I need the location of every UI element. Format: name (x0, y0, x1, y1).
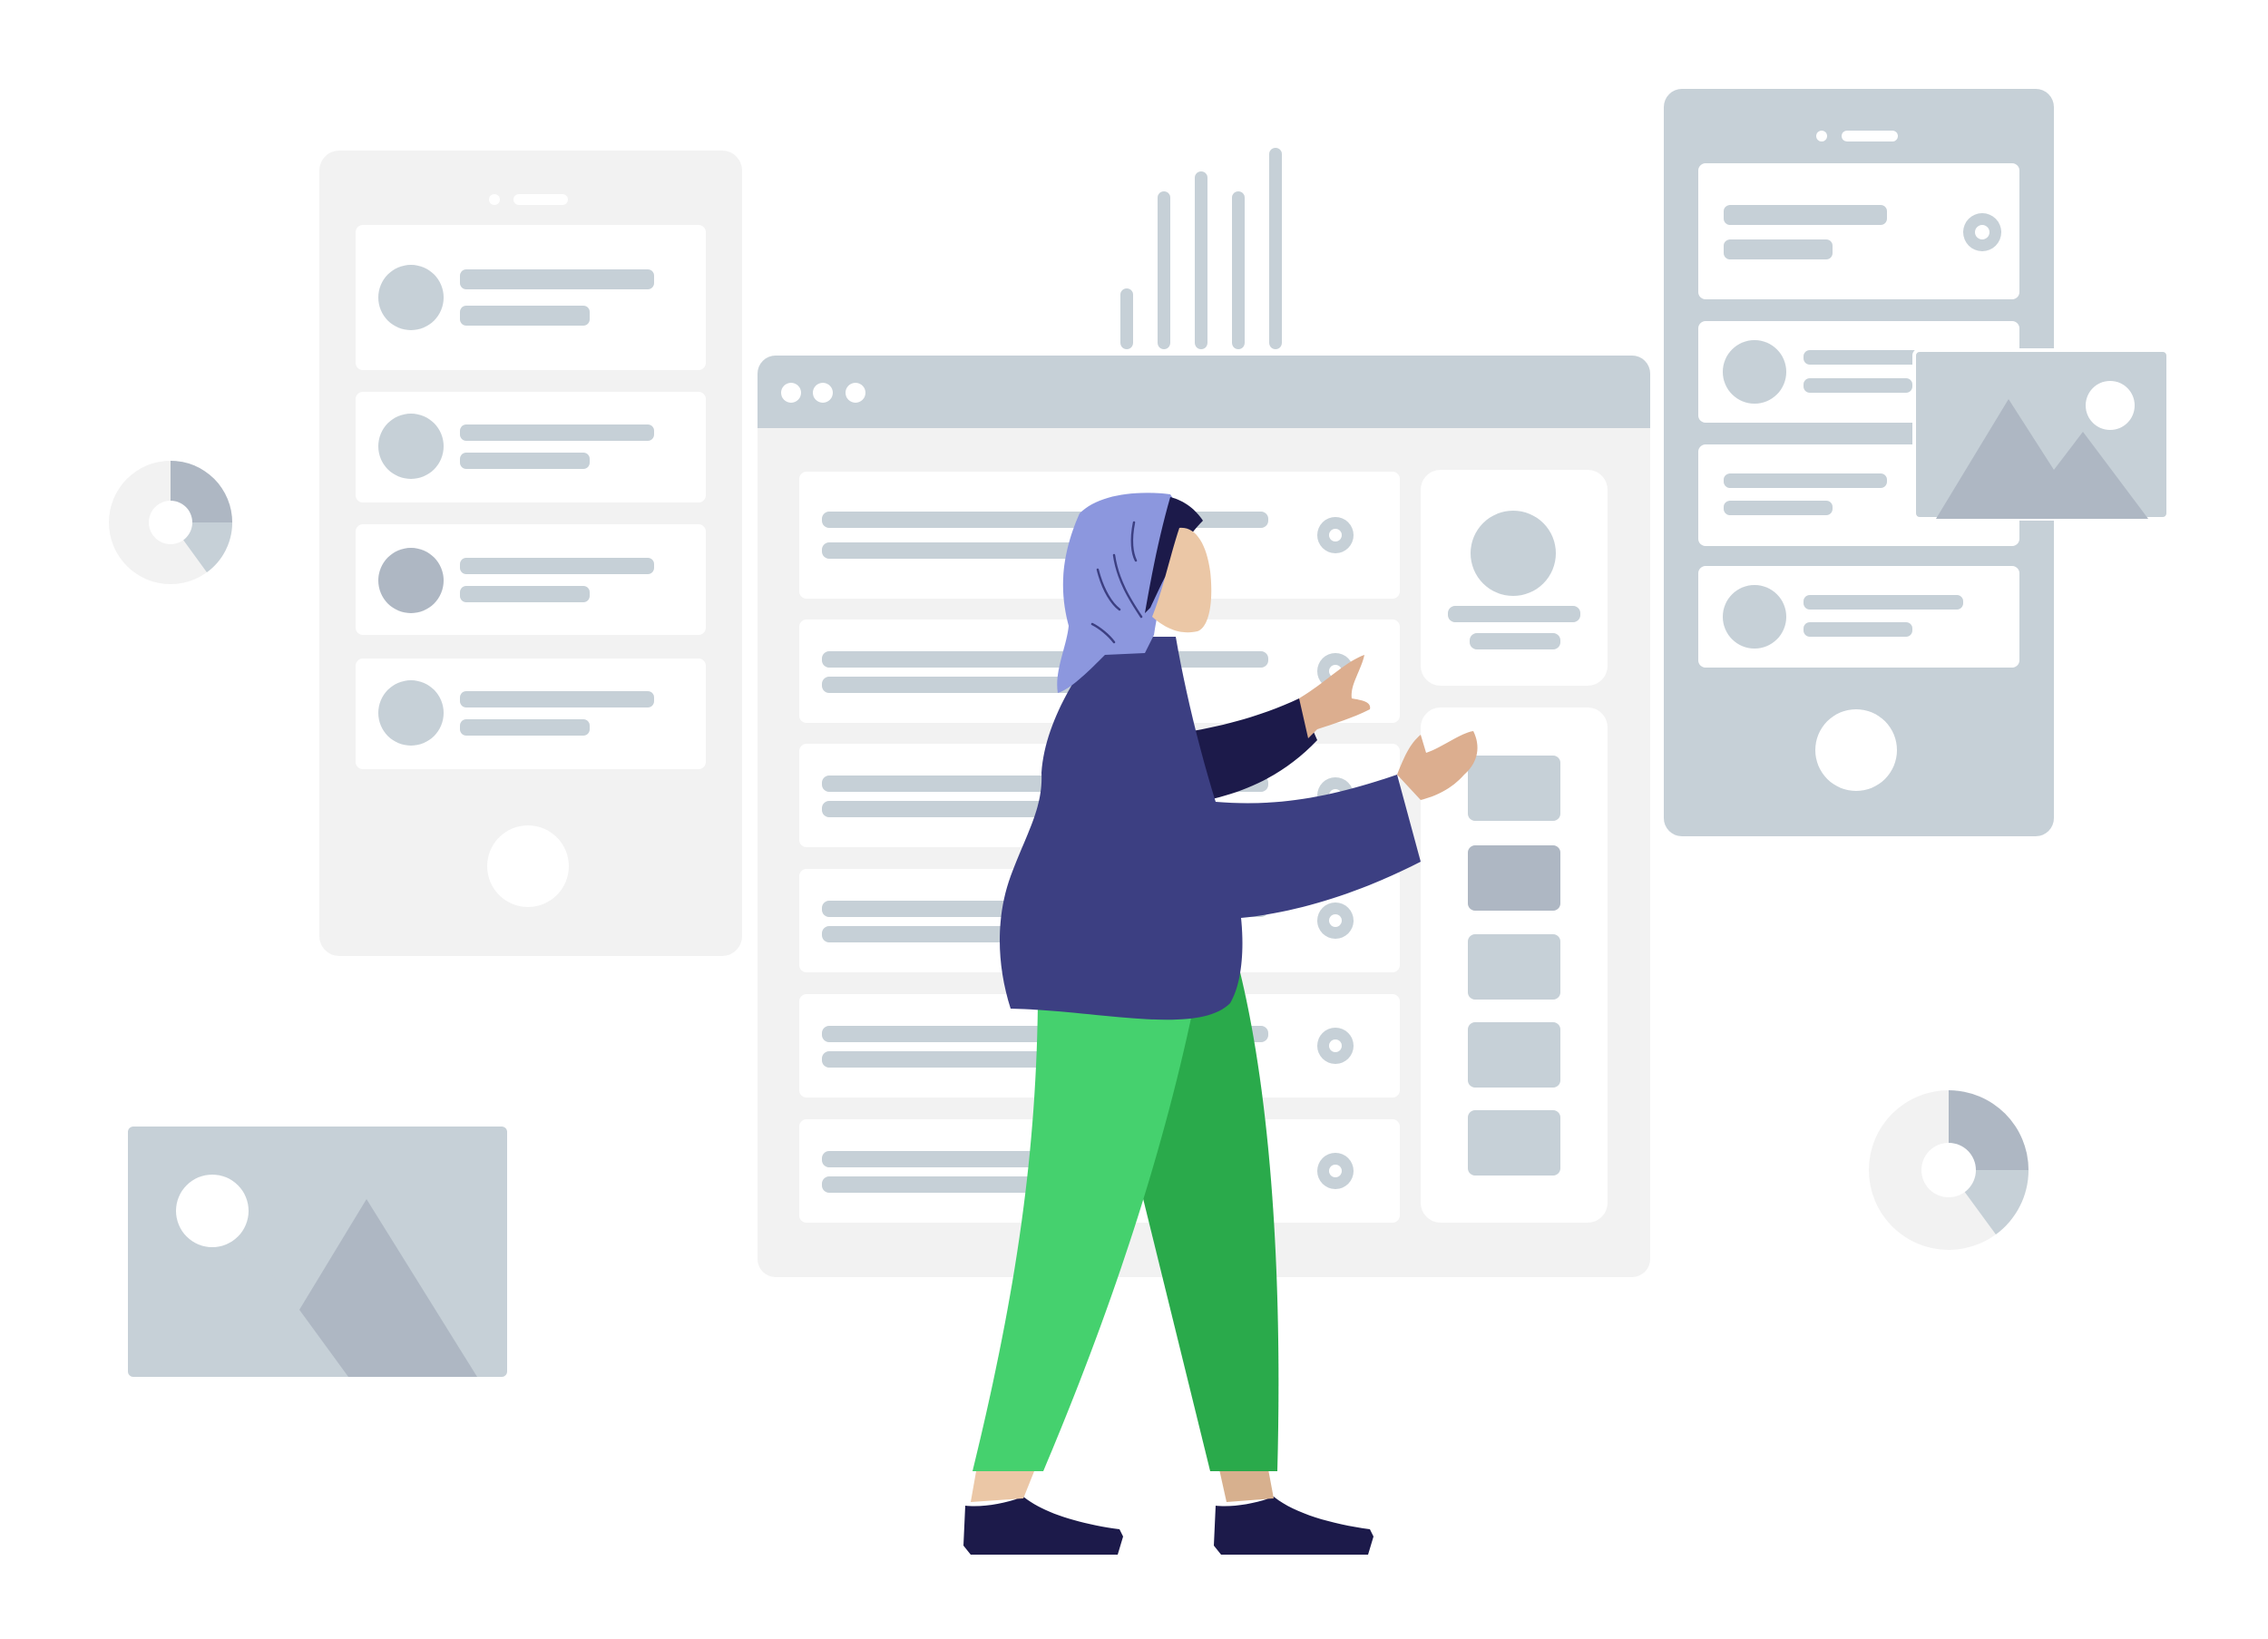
donut-chart-icon (109, 461, 232, 584)
left-phone-card (356, 392, 706, 502)
home-button-icon (487, 825, 569, 907)
right-phone-card (1698, 163, 2019, 299)
profile-card (1421, 470, 1608, 686)
home-button-icon (1815, 709, 1897, 791)
right-phone-card (1698, 566, 2019, 668)
left-phone-card (356, 659, 706, 769)
image-placeholder-icon (128, 1127, 507, 1377)
shoe-icon (1214, 1497, 1374, 1555)
avatar-placeholder (378, 265, 444, 330)
browser-titlebar (758, 356, 1650, 428)
avatar-placeholder (1471, 511, 1556, 596)
image-placeholder-icon (1912, 348, 2170, 521)
left-phone-mockup (319, 151, 742, 956)
donut-chart-icon (1869, 1090, 2028, 1250)
shoe-icon (963, 1497, 1123, 1555)
bar-chart-icon (1120, 148, 1282, 349)
left-phone-card (356, 225, 706, 370)
avatar-placeholder (1723, 340, 1786, 404)
avatar-placeholder (378, 548, 444, 613)
window-dot-icon (813, 383, 833, 403)
avatar-placeholder (378, 680, 444, 746)
window-dot-icon (846, 383, 865, 403)
left-phone-card (356, 524, 706, 635)
avatar-placeholder (1723, 585, 1786, 649)
illustration-canvas (109, 89, 2170, 1555)
avatar-placeholder (378, 414, 444, 479)
window-dot-icon (781, 383, 801, 403)
